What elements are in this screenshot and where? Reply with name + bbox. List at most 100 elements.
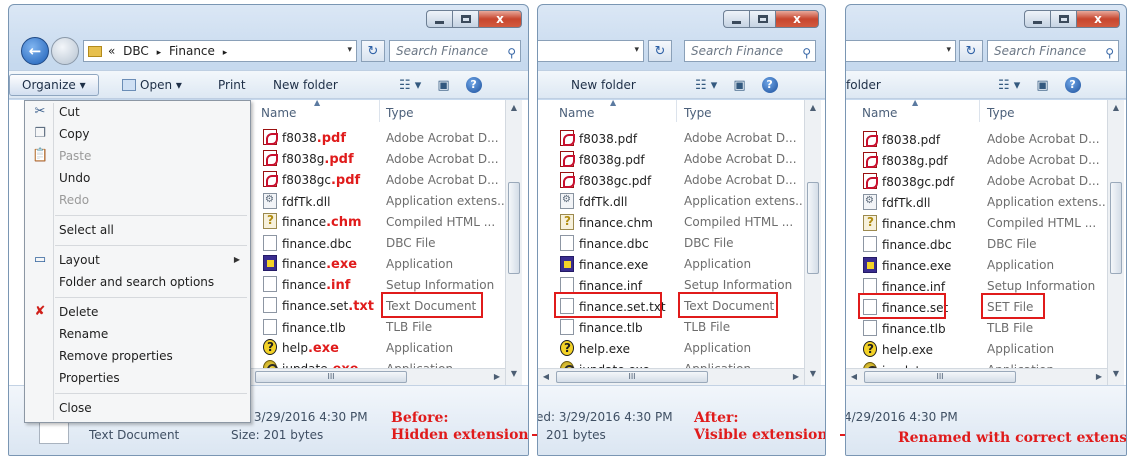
menu-item-undo[interactable]: Undo	[59, 171, 90, 185]
file-row[interactable]: f8038g.pdf Adobe Acrobat D...	[560, 148, 800, 169]
column-header-name[interactable]: Name	[862, 106, 897, 120]
scroll-up-icon[interactable]: ▲	[1108, 100, 1124, 116]
maximize-button[interactable]	[749, 10, 775, 28]
file-row[interactable]: finance.dbc DBC File	[560, 232, 800, 253]
file-row[interactable]: fdfTk.dll Application extens...	[560, 190, 807, 211]
file-row[interactable]: f8038g.pdf Adobe Acrobat D...	[863, 149, 1103, 170]
file-row[interactable]: finance.chm Compiled HTML ...	[863, 212, 1103, 233]
menu-item-layout[interactable]: Layout	[59, 253, 100, 267]
file-row[interactable]: finance.exe Application	[263, 253, 503, 274]
menu-item-copy[interactable]: Copy	[59, 127, 89, 141]
close-window-button[interactable]: x	[478, 10, 522, 28]
scroll-thumb[interactable]	[508, 182, 520, 274]
column-header-name[interactable]: Name	[261, 106, 296, 120]
column-header-type[interactable]: Type	[386, 106, 414, 120]
close-window-button[interactable]: x	[775, 10, 819, 28]
search-icon[interactable]: ⚲	[507, 43, 516, 63]
file-row[interactable]: finance.tlb TLB File	[560, 316, 800, 337]
horizontal-scroll-thumb[interactable]: III	[556, 371, 708, 383]
file-row[interactable]: finance.exe Application	[560, 253, 800, 274]
open-button[interactable]: Open ▾	[122, 78, 182, 92]
scroll-thumb[interactable]	[1110, 182, 1122, 274]
menu-item-folder-and-search-options[interactable]: Folder and search options	[59, 275, 214, 289]
scroll-thumb[interactable]	[807, 182, 819, 274]
preview-pane-icon[interactable]: ▣	[733, 78, 745, 93]
views-icon[interactable]: ☷ ▾	[695, 78, 717, 93]
views-icon[interactable]: ☷ ▾	[399, 78, 421, 93]
address-bar[interactable]: ▾	[846, 40, 956, 62]
file-row[interactable]: help.exe Application	[263, 337, 503, 358]
scroll-left-icon[interactable]: ◀	[846, 369, 862, 385]
file-row[interactable]: finance.exe Application	[863, 254, 1103, 275]
horizontal-scroll-thumb[interactable]: III	[255, 371, 407, 383]
column-header-name[interactable]: Name	[559, 106, 594, 120]
menu-item-cut[interactable]: Cut	[59, 105, 80, 119]
minimize-button[interactable]	[426, 10, 452, 28]
scroll-right-icon[interactable]: ▶	[788, 369, 804, 385]
file-row[interactable]: f8038g.pdf Adobe Acrobat D...	[263, 148, 503, 169]
horizontal-scrollbar[interactable]: ◀ III ▶	[846, 368, 1107, 385]
file-row[interactable]: help.exe Application	[560, 337, 800, 358]
breadcrumb-overflow[interactable]: «	[108, 44, 115, 58]
print-button[interactable]: Print	[218, 78, 246, 92]
scroll-left-icon[interactable]: ◀	[538, 369, 554, 385]
views-icon[interactable]: ☷ ▾	[998, 78, 1020, 93]
minimize-button[interactable]	[1024, 10, 1050, 28]
breadcrumb-dbc[interactable]: DBC	[123, 44, 149, 58]
breadcrumb-finance[interactable]: Finance	[169, 44, 215, 58]
file-row[interactable]: f8038.pdf Adobe Acrobat D...	[263, 127, 503, 148]
close-window-button[interactable]: x	[1076, 10, 1120, 28]
address-dropdown-icon[interactable]: ▾	[946, 45, 951, 55]
breadcrumb-separator[interactable]: ▸	[157, 48, 162, 58]
column-divider[interactable]	[676, 100, 677, 122]
file-row[interactable]: f8038gc.pdf Adobe Acrobat D...	[560, 169, 800, 190]
scroll-right-icon[interactable]: ▶	[1091, 369, 1107, 385]
search-input[interactable]: Search Finance ⚲	[389, 40, 521, 62]
address-bar[interactable]: « DBC ▸ Finance ▸ ▾	[83, 40, 357, 62]
scroll-down-icon[interactable]: ▼	[1108, 366, 1124, 382]
maximize-button[interactable]	[452, 10, 478, 28]
search-input[interactable]: Search Finance ⚲	[684, 40, 816, 62]
file-row[interactable]: f8038.pdf Adobe Acrobat D...	[863, 128, 1103, 149]
vertical-scrollbar[interactable]: ▲ ▼	[804, 100, 821, 385]
column-header-type[interactable]: Type	[684, 106, 712, 120]
file-row[interactable]: finance.tlb TLB File	[863, 317, 1103, 338]
horizontal-scrollbar[interactable]: ◀ III ▶	[538, 368, 804, 385]
address-bar[interactable]: ▾	[538, 40, 644, 62]
horizontal-scrollbar[interactable]: ◀ III ▶	[237, 368, 505, 385]
menu-item-select-all[interactable]: Select all	[59, 223, 114, 237]
scroll-down-icon[interactable]: ▼	[805, 366, 821, 382]
menu-item-delete[interactable]: Delete	[59, 305, 98, 319]
organize-button[interactable]: Organize ▾	[9, 74, 99, 96]
maximize-button[interactable]	[1050, 10, 1076, 28]
breadcrumb-separator[interactable]: ▸	[223, 48, 228, 58]
file-row[interactable]: f8038gc.pdf Adobe Acrobat D...	[263, 169, 503, 190]
horizontal-scroll-thumb[interactable]: III	[864, 371, 1016, 383]
new-folder-button[interactable]: folder	[846, 78, 881, 92]
search-input[interactable]: Search Finance ⚲	[987, 40, 1119, 62]
file-row[interactable]: fdfTk.dll Application extens...	[863, 191, 1110, 212]
column-divider[interactable]	[379, 100, 380, 122]
column-header-type[interactable]: Type	[987, 106, 1015, 120]
file-row[interactable]: finance.dbc DBC File	[863, 233, 1103, 254]
new-folder-button[interactable]: New folder	[571, 78, 636, 92]
forward-button[interactable]	[51, 37, 79, 65]
scroll-up-icon[interactable]: ▲	[805, 100, 821, 116]
vertical-scrollbar[interactable]: ▲ ▼	[1107, 100, 1124, 385]
vertical-scrollbar[interactable]: ▲ ▼	[505, 100, 522, 385]
help-icon[interactable]: ?	[1064, 77, 1081, 93]
address-dropdown-icon[interactable]: ▾	[634, 45, 639, 55]
file-row[interactable]: finance.dbc DBC File	[263, 232, 503, 253]
menu-item-rename[interactable]: Rename	[59, 327, 108, 341]
file-row[interactable]: f8038.pdf Adobe Acrobat D...	[560, 127, 800, 148]
minimize-button[interactable]	[723, 10, 749, 28]
file-row[interactable]: finance.chm Compiled HTML ...	[560, 211, 800, 232]
refresh-button[interactable]: ↻	[959, 40, 983, 62]
address-dropdown-icon[interactable]: ▾	[347, 45, 352, 55]
scroll-down-icon[interactable]: ▼	[506, 366, 522, 382]
help-icon[interactable]: ?	[761, 77, 778, 93]
menu-item-remove-properties[interactable]: Remove properties	[59, 349, 173, 363]
help-icon[interactable]: ?	[465, 77, 482, 93]
column-divider[interactable]	[979, 100, 980, 122]
search-icon[interactable]: ⚲	[802, 43, 811, 63]
